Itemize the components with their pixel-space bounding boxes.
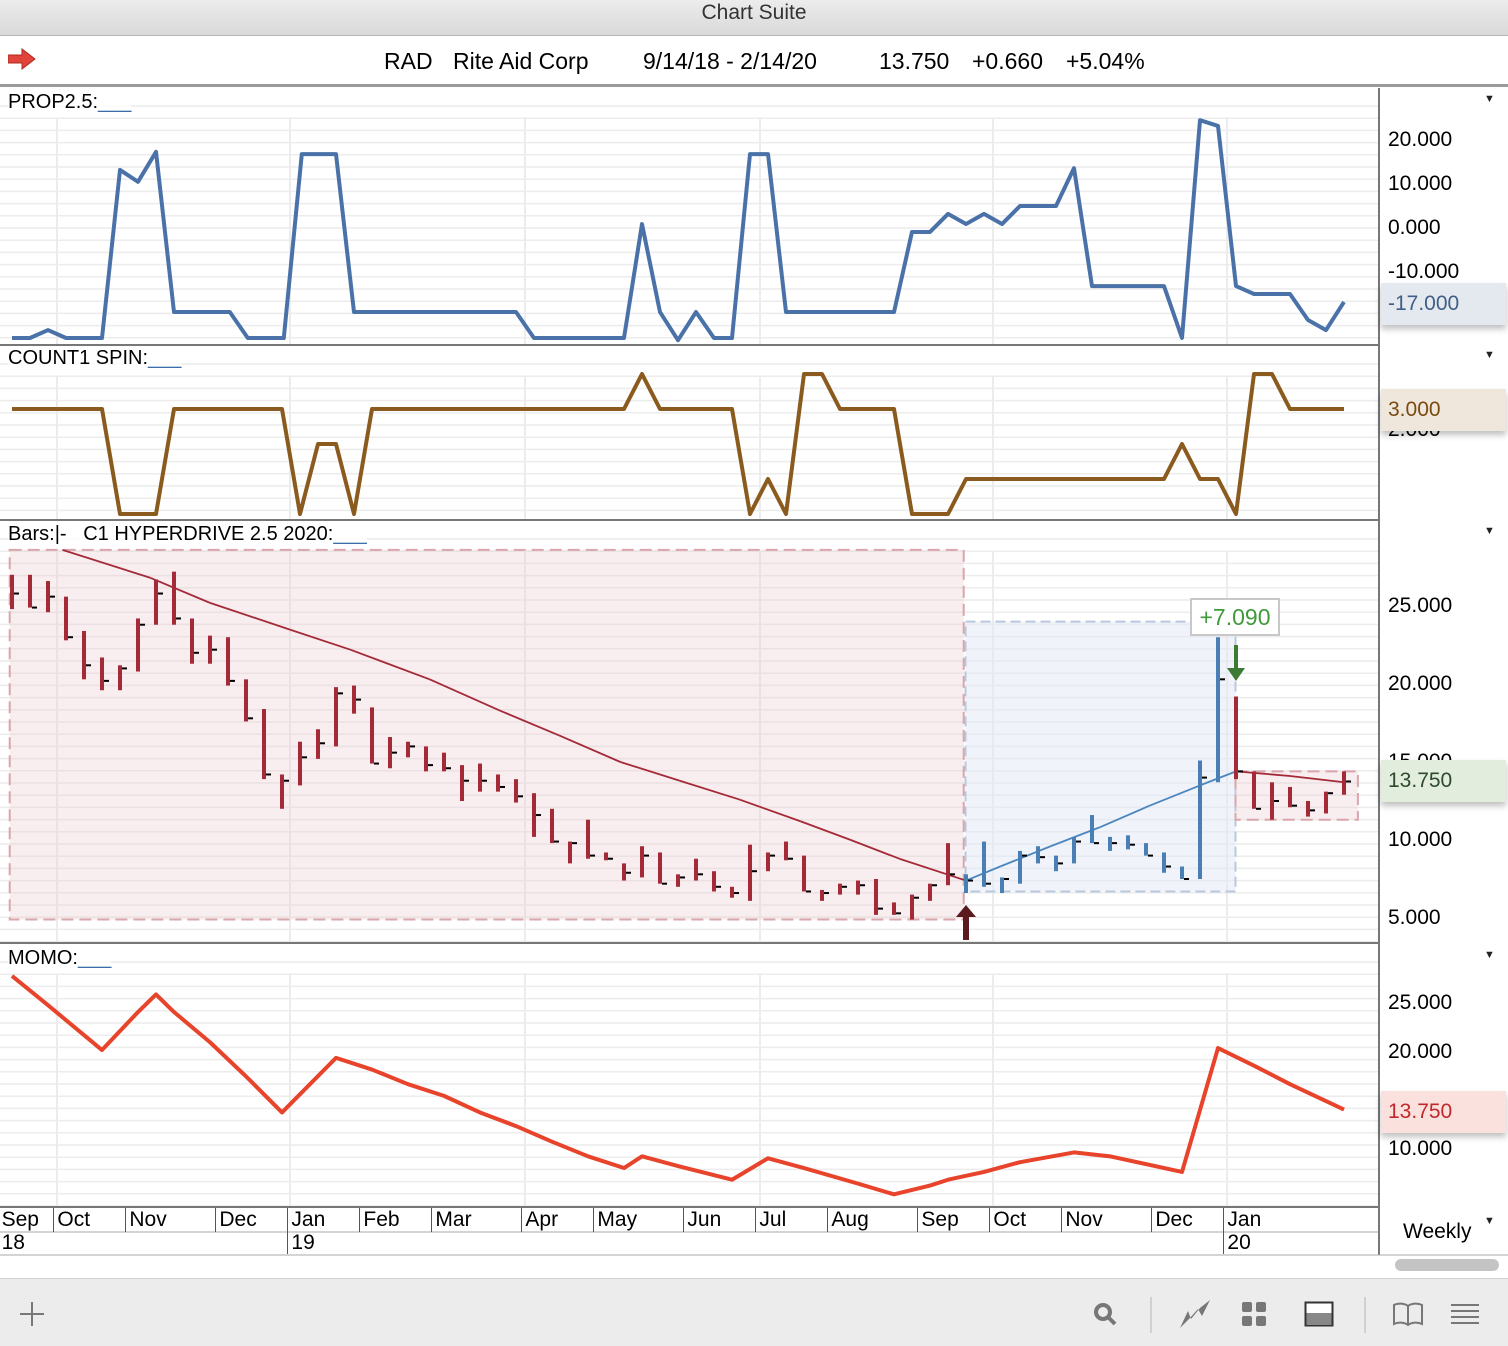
search-icon <box>1094 1303 1117 1326</box>
study-label: C1 HYPERDRIVE 2.5 2020: <box>83 523 334 545</box>
price-tick: 20.000 <box>1388 672 1453 695</box>
prop-tick: 10.000 <box>1388 172 1453 195</box>
month-label: Jan <box>287 1208 325 1232</box>
chart-style-button[interactable] <box>1178 1297 1212 1331</box>
count-panel-label[interactable]: COUNT1 SPIN:___ <box>8 347 182 370</box>
momo-param[interactable]: ___ <box>78 947 111 969</box>
plus-icon <box>20 1302 44 1326</box>
momo-menu-icon[interactable]: ▼ <box>1484 949 1495 961</box>
month-label: Oct <box>53 1208 90 1232</box>
momo-tick: 20.000 <box>1388 1040 1453 1063</box>
book-icon <box>1393 1302 1423 1327</box>
month-label: Sep <box>917 1208 959 1232</box>
month-label: Jan <box>1223 1208 1261 1232</box>
momo-label: MOMO: <box>8 947 78 969</box>
bottom-toolbar <box>0 1278 1508 1346</box>
prop-tick: 20.000 <box>1388 128 1453 151</box>
year-label: 18 <box>0 1232 25 1254</box>
month-label: Feb <box>359 1208 400 1232</box>
bars-panel-label[interactable]: Bars:|- C1 HYPERDRIVE 2.5 2020:___ <box>8 523 367 546</box>
panel-icon <box>1304 1301 1334 1327</box>
prop-tick: 0.000 <box>1388 216 1441 239</box>
count-menu-icon[interactable]: ▼ <box>1484 349 1495 361</box>
month-label: Jul <box>755 1208 786 1232</box>
menu-button[interactable] <box>1448 1297 1482 1331</box>
count-current-value: 3.000 <box>1381 389 1506 431</box>
momo-panel-label[interactable]: MOMO:___ <box>8 947 112 970</box>
prop-panel-label[interactable]: PROP2.5:___ <box>8 91 132 114</box>
momo-tick: 10.000 <box>1388 1137 1453 1160</box>
periodicity-select[interactable]: Weekly <box>1403 1220 1471 1244</box>
momo-tick: 25.000 <box>1388 991 1453 1014</box>
chart-canvas[interactable] <box>0 0 1508 1346</box>
prop-current-value: -17.000 <box>1381 283 1506 325</box>
count-label: COUNT1 SPIN: <box>8 347 149 369</box>
grid-icon <box>1242 1302 1266 1326</box>
momo-current-value: 13.750 <box>1381 1091 1506 1133</box>
search-button[interactable] <box>1088 1297 1122 1331</box>
study-param[interactable]: ___ <box>333 523 366 545</box>
prop-tick: -10.000 <box>1388 260 1460 283</box>
month-label: Dec <box>1151 1208 1193 1232</box>
year-label: 20 <box>1223 1232 1251 1254</box>
count-param[interactable]: ___ <box>148 347 181 369</box>
gain-annotation: +7.090 <box>1190 598 1280 636</box>
prop-label: PROP2.5: <box>8 91 99 113</box>
short-trade-zone <box>8 548 965 921</box>
long-trade-zone <box>964 620 1237 893</box>
month-label: May <box>593 1208 637 1232</box>
month-label: Aug <box>827 1208 869 1232</box>
price-tick: 10.000 <box>1388 828 1453 851</box>
horizontal-scrollbar[interactable] <box>1395 1259 1499 1271</box>
prop-line <box>12 118 1346 343</box>
momo-line <box>10 974 1345 1197</box>
notes-button[interactable] <box>1391 1297 1425 1331</box>
month-label: Oct <box>989 1208 1026 1232</box>
lightning-chart-icon <box>1180 1300 1210 1328</box>
month-label: Jun <box>683 1208 721 1232</box>
bars-menu-icon[interactable]: ▼ <box>1484 525 1495 537</box>
prop-param[interactable]: ___ <box>98 91 131 113</box>
month-label: Mar <box>431 1208 472 1232</box>
layout-grid-button[interactable] <box>1237 1297 1271 1331</box>
month-label: Apr <box>521 1208 558 1232</box>
menu-lines-icon <box>1451 1304 1479 1324</box>
month-label: Nov <box>125 1208 167 1232</box>
count-line <box>12 372 1344 516</box>
price-tick: 5.000 <box>1388 906 1441 929</box>
month-label: Dec <box>215 1208 257 1232</box>
panel-toggle-button[interactable] <box>1302 1297 1336 1331</box>
price-tick: 25.000 <box>1388 594 1453 617</box>
year-label: 19 <box>287 1232 315 1254</box>
price-current-value: 13.750 <box>1381 760 1506 802</box>
month-label: Nov <box>1061 1208 1103 1232</box>
prop-menu-icon[interactable]: ▼ <box>1484 93 1495 105</box>
month-label: Sep <box>0 1208 39 1232</box>
bars-label: Bars: <box>8 523 55 545</box>
periodicity-dropdown-icon[interactable]: ▼ <box>1484 1215 1495 1227</box>
bar-style[interactable]: |- <box>55 523 67 545</box>
add-button[interactable] <box>15 1297 49 1331</box>
